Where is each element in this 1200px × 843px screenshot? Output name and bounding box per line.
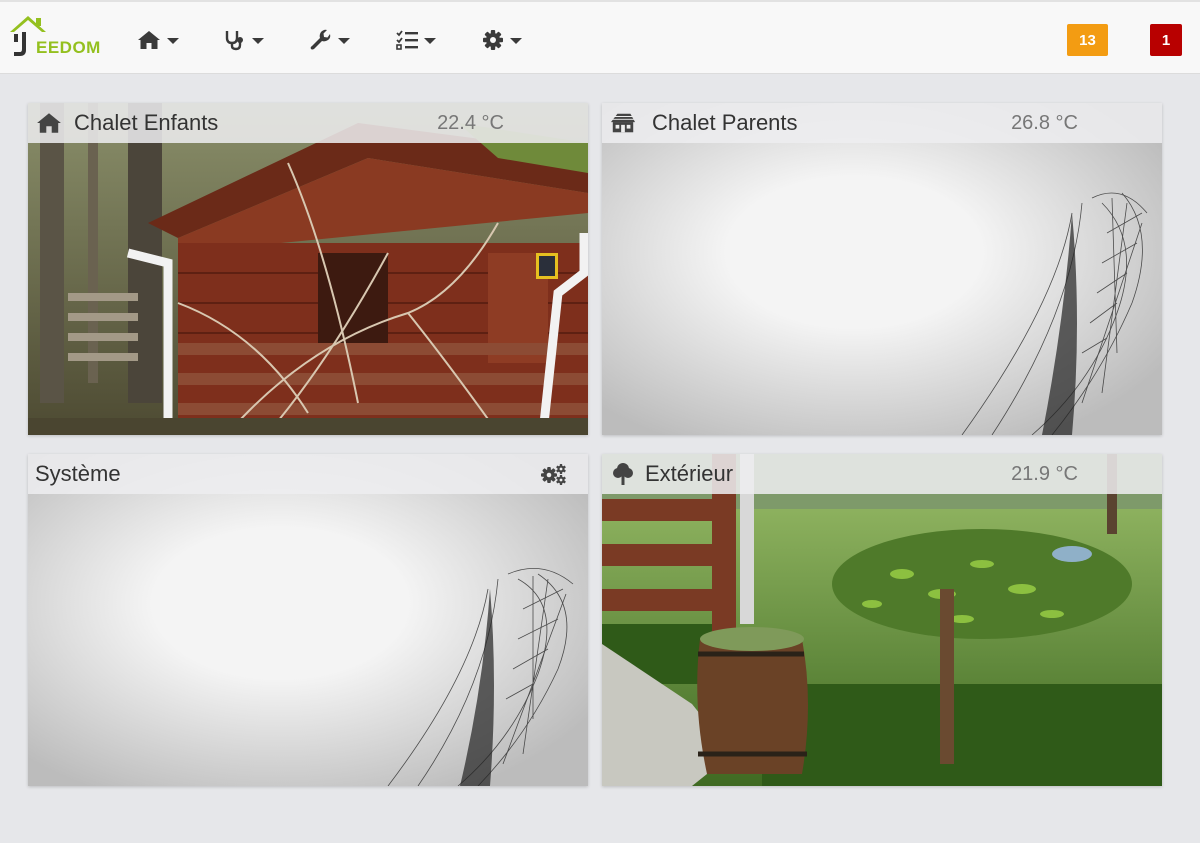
chevron-down-icon — [338, 38, 350, 44]
menu-settings[interactable] — [482, 26, 522, 54]
object-tile-chalet-parents[interactable]: Chalet Parents 26.8 °C — [602, 103, 1162, 435]
tile-temperature: 21.9 °C — [1011, 463, 1078, 485]
tile-temperature: 22.4 °C — [437, 112, 504, 134]
cabin-icon — [610, 111, 636, 135]
tile-title[interactable]: Chalet Enfants — [74, 111, 218, 135]
chevron-down-icon — [510, 38, 522, 44]
feather-background — [602, 103, 1162, 435]
chevron-down-icon — [424, 38, 436, 44]
cog-icon — [483, 30, 503, 50]
stethoscope-icon — [225, 31, 243, 51]
chalet-photo-background — [28, 103, 588, 435]
messages-badge[interactable]: 13 — [1067, 24, 1108, 56]
garden-photo-background — [602, 454, 1162, 786]
tile-header: Chalet Parents 26.8 °C — [602, 103, 1162, 143]
object-tile-exterieur[interactable]: Extérieur 21.9 °C — [602, 454, 1162, 786]
tree-icon — [610, 462, 636, 486]
menu-health[interactable] — [224, 26, 264, 54]
menu-tools[interactable] — [310, 26, 350, 54]
tile-title[interactable]: Système — [35, 462, 121, 486]
tile-temperature: 26.8 °C — [1011, 112, 1078, 134]
tile-header: Système — [28, 454, 588, 494]
alerts-badge[interactable]: 1 — [1150, 24, 1182, 56]
menu-tasks[interactable] — [396, 26, 436, 54]
tile-header: Chalet Enfants 22.4 °C — [28, 103, 588, 143]
home-icon — [36, 111, 62, 135]
chevron-down-icon — [252, 38, 264, 44]
tile-header: Extérieur 21.9 °C — [602, 454, 1162, 494]
top-navbar: EEDOM 13 1 — [0, 0, 1200, 74]
menu-home[interactable] — [137, 26, 179, 54]
object-tile-systeme[interactable]: Système — [28, 454, 588, 786]
home-icon — [138, 31, 160, 49]
tasks-list-icon — [396, 30, 418, 50]
tile-title[interactable]: Chalet Parents — [652, 111, 798, 135]
wrench-icon — [310, 29, 331, 50]
object-tile-chalet-enfants[interactable]: Chalet Enfants 22.4 °C — [28, 103, 588, 435]
feather-background — [28, 454, 588, 786]
tile-title[interactable]: Extérieur — [645, 462, 733, 486]
logo-text: EEDOM — [36, 38, 101, 57]
jeedom-logo[interactable]: EEDOM — [8, 12, 112, 62]
cogs-icon[interactable] — [540, 463, 568, 485]
chevron-down-icon — [167, 38, 179, 44]
